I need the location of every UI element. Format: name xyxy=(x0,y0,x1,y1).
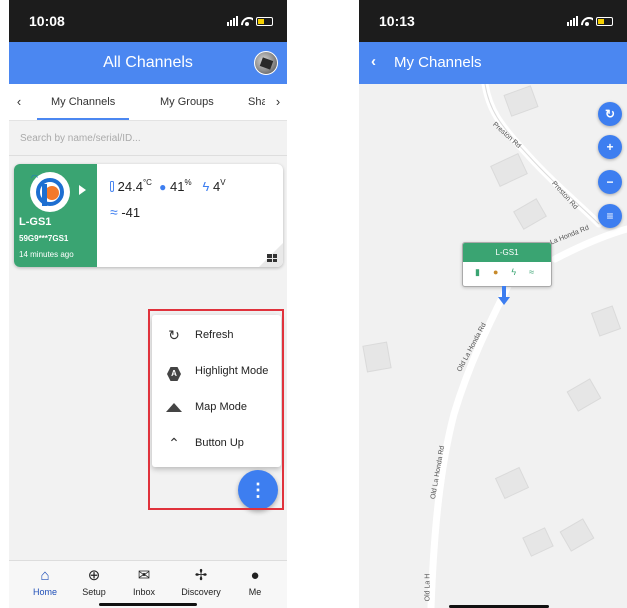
search-placeholder: Search by name/serial/ID... xyxy=(20,133,141,144)
status-icons xyxy=(567,14,613,26)
list-icon: ≡ xyxy=(606,209,614,223)
tab-shared[interactable]: Sha xyxy=(248,96,265,108)
nav-discovery[interactable]: ✢ Discovery xyxy=(176,567,226,597)
map-list-button[interactable]: ≡ xyxy=(598,204,622,228)
channel-last-seen: 14 minutes ago xyxy=(19,250,74,259)
mail-icon: ✉ xyxy=(137,567,151,584)
fan-icon: ✢ xyxy=(194,567,208,584)
rssi-value: -41 xyxy=(121,205,141,220)
nav-home[interactable]: ⌂ Home xyxy=(20,567,70,597)
nav-setup[interactable]: ⊕ Setup xyxy=(69,567,119,597)
status-bar: 10:08 xyxy=(9,0,287,42)
humidity-drop-icon: ● xyxy=(492,267,499,277)
humidity-drop-icon: ● xyxy=(159,180,167,194)
app-bar: ‹ My Channels xyxy=(359,42,627,84)
marker-icons: ▮ ● ϟ ≈ xyxy=(475,267,534,278)
map-view[interactable]: Preston Rd Preston Rd La Honda Rd Old La… xyxy=(359,84,627,608)
map-zoom-in-button[interactable]: + xyxy=(598,135,622,159)
home-icon: ⌂ xyxy=(40,567,50,584)
marker-pointer-head xyxy=(498,297,510,305)
voltage-bolt-icon: ϟ xyxy=(511,267,517,277)
nav-label: Inbox xyxy=(132,587,156,597)
thermometer-icon xyxy=(110,181,114,192)
search-field[interactable]: Search by name/serial/ID... xyxy=(9,121,287,156)
device-logo-icon: ◠ xyxy=(30,172,70,212)
nav-label: Setup xyxy=(82,587,106,597)
nav-label: Home xyxy=(32,587,57,597)
battery-icon xyxy=(596,17,613,26)
marker-name: L-GS1 xyxy=(463,243,551,262)
temperature-value: 24.4 xyxy=(117,179,143,194)
bottom-nav: ⌂ Home ⊕ Setup ✉ Inbox ✢ Discovery ● Me xyxy=(9,560,287,608)
map-refresh-button[interactable]: ↻ xyxy=(598,102,622,126)
wifi-signal-icon: ≈ xyxy=(110,204,118,220)
add-circle-icon: ⊕ xyxy=(87,567,101,584)
nav-label: Discovery xyxy=(181,587,221,597)
tabs-right-chevron-icon[interactable]: › xyxy=(270,94,286,109)
zoom-out-icon: − xyxy=(606,175,614,189)
wifi-icon xyxy=(581,15,593,26)
nav-label: Me xyxy=(248,587,262,597)
phone-screen-all-channels: 10:08 All Channels ‹ My Channels My Grou… xyxy=(9,0,287,608)
channel-metrics: 24.4°C ● 41% ϟ 4V xyxy=(110,178,226,194)
rssi-row: ≈ -41 xyxy=(110,204,140,220)
channel-card[interactable]: ◠ L-GS1 59G9***7GS1 14 minutes ago 24.4°… xyxy=(14,164,283,267)
humidity-value: 41 xyxy=(170,179,185,194)
status-time: 10:13 xyxy=(379,13,415,29)
channel-serial: 59G9***7GS1 xyxy=(19,234,69,243)
back-chevron-icon[interactable]: ‹ xyxy=(371,53,376,70)
signal-icon xyxy=(227,15,238,26)
zoom-in-icon: + xyxy=(606,140,614,154)
map-zoom-out-button[interactable]: − xyxy=(598,170,622,194)
device-marker[interactable]: L-GS1 ▮ ● ϟ ≈ xyxy=(462,242,552,287)
voltage-unit: V xyxy=(220,178,226,187)
humidity-unit: % xyxy=(184,178,192,187)
tab-bar: ‹ My Channels My Groups Sha › xyxy=(9,84,287,121)
grid-icon[interactable] xyxy=(267,254,277,262)
status-time: 10:08 xyxy=(29,13,65,29)
wifi-icon xyxy=(241,15,253,26)
tab-my-groups[interactable]: My Groups xyxy=(160,96,214,108)
tab-my-channels[interactable]: My Channels xyxy=(36,96,130,120)
status-bar: 10:13 xyxy=(359,0,627,42)
avatar[interactable] xyxy=(254,51,278,75)
wifi-signal-icon: ≈ xyxy=(529,267,535,277)
phone-screen-map: 10:13 ‹ My Channels Preston Rd Preston R… xyxy=(359,0,627,608)
play-icon[interactable] xyxy=(79,185,86,195)
status-icons xyxy=(227,14,273,26)
thermometer-icon: ▮ xyxy=(475,267,480,277)
tabs-left-chevron-icon[interactable]: ‹ xyxy=(11,94,27,109)
highlight-box xyxy=(148,309,284,510)
channel-name: L-GS1 xyxy=(19,216,52,228)
person-icon: ● xyxy=(250,567,260,584)
page-title: All Channels xyxy=(103,54,193,71)
temperature-unit: °C xyxy=(142,178,152,187)
nav-me[interactable]: ● Me xyxy=(230,567,280,597)
page-title: My Channels xyxy=(394,54,482,71)
channel-card-header: ◠ L-GS1 59G9***7GS1 14 minutes ago xyxy=(14,164,97,267)
refresh-icon: ↻ xyxy=(604,107,616,121)
signal-icon xyxy=(567,15,578,26)
app-bar: All Channels xyxy=(9,42,287,84)
road-label-old-la-honda-3: Old La H xyxy=(424,573,432,602)
voltage-bolt-icon: ϟ xyxy=(202,179,210,194)
nav-inbox[interactable]: ✉ Inbox xyxy=(119,567,169,597)
home-indicator xyxy=(99,603,197,606)
map-roads xyxy=(362,84,627,608)
battery-icon xyxy=(256,17,273,26)
